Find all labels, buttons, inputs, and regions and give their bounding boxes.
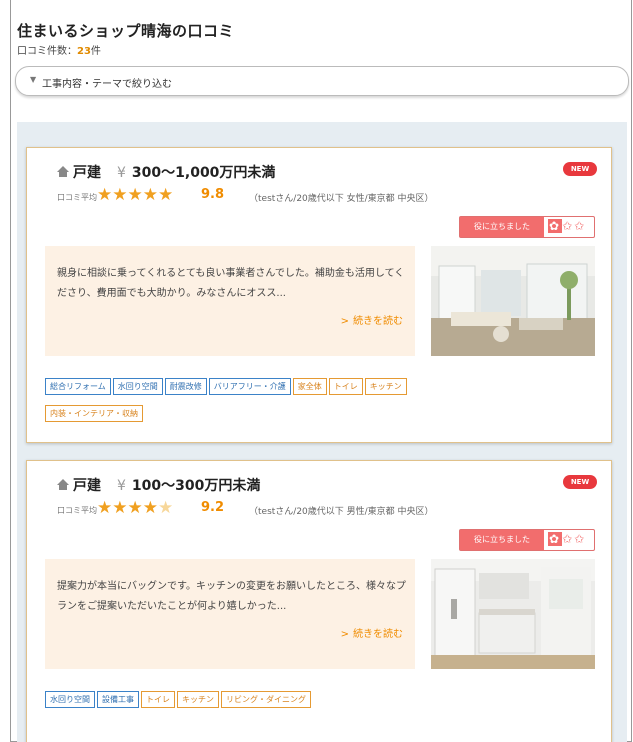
review-excerpt-box: 提案力が本当にバッグンです。キッチンの変更をお願いしたところ、様々なプランをご提… (45, 559, 415, 669)
star-full-icons: ★★★★ (97, 498, 158, 518)
rating-label: 口コミ平均 (57, 193, 97, 202)
review-card: 戸建 ¥100～300万円未満 NEW 口コミ平均 ★★★★★ 9.2 （tes… (26, 460, 612, 742)
property-type: 戸建 (73, 165, 101, 181)
chevron-right-icon: > (340, 316, 349, 327)
review-count-label: 口コミ件数： (17, 46, 77, 57)
house-icon (57, 166, 69, 178)
price-range: ¥100～300万円未満 (117, 475, 260, 495)
tag[interactable]: 耐震改修 (164, 378, 207, 395)
review-photo[interactable] (431, 559, 595, 669)
helpful-button[interactable]: 役に立ちました (460, 530, 544, 550)
review-card: 戸建 ¥300～1,000万円未満 NEW 口コミ平均 ★★★★★ 9.8 （t… (26, 147, 612, 443)
star-rating: ★★★★★ (97, 185, 173, 205)
tag[interactable]: 総合リフォーム (45, 378, 111, 395)
yen-icon: ¥ (117, 478, 126, 494)
review-count-number: 23 (77, 46, 91, 57)
rating-label: 口コミ平均 (57, 506, 97, 515)
price-range: ¥300～1,000万円未満 (117, 162, 275, 182)
tag[interactable]: バリアフリー・介護 (208, 378, 291, 395)
page-title: 住まいるショップ晴海の口コミ (17, 22, 235, 40)
tag[interactable]: リビング・ダイニング (221, 691, 311, 708)
review-count-unit: 件 (90, 46, 101, 57)
review-excerpt: 提案力が本当にバッグンです。キッチンの変更をお願いしたところ、様々なプランをご提… (57, 581, 406, 612)
helpful-stars[interactable]: ✿✩✩ (548, 532, 586, 546)
tag-list: 水回り空間 設備工事 トイレ キッチン リビング・ダイニング (45, 687, 595, 714)
new-badge: NEW (563, 162, 597, 176)
filter-label: 工事内容・テーマで絞り込む (42, 79, 172, 90)
triangle-down-icon: ▼ (30, 75, 37, 84)
helpful-stars[interactable]: ✿✩✩ (548, 219, 586, 233)
tag[interactable]: トイレ (328, 378, 363, 395)
read-more-label: 続きを読む (353, 629, 403, 640)
flower-icon: ✿ (548, 532, 563, 546)
tag[interactable]: 水回り空間 (45, 691, 95, 708)
read-more-link[interactable]: > 続きを読む (341, 312, 403, 327)
review-count: 口コミ件数：23件 (17, 42, 101, 57)
reviewer-info: （testさん/20歳代以下 女性/東京都 中央区） (249, 194, 434, 204)
star-rating: ★★★★★ (97, 498, 173, 518)
read-more-link[interactable]: > 続きを読む (341, 625, 403, 640)
flower-icon: ✿ (548, 219, 563, 233)
house-icon (57, 479, 69, 491)
tag[interactable]: 設備工事 (97, 691, 139, 708)
helpful-widget: 役に立ちました ✿✩✩ (459, 216, 595, 238)
price-value: 100～300万円未満 (131, 478, 261, 494)
reviewer-info: （testさん/20歳代以下 男性/東京都 中央区） (249, 507, 434, 517)
helpful-widget: 役に立ちました ✿✩✩ (459, 529, 595, 551)
chevron-right-icon: > (340, 629, 349, 640)
tag[interactable]: 家全体 (292, 378, 327, 395)
rating-score: 9.8 (201, 187, 225, 202)
filter-dropdown[interactable]: ▼ 工事内容・テーマで絞り込む (15, 66, 629, 96)
review-excerpt-box: 親身に相談に乗ってくれるとても良い事業者さんでした。補助金も活用してくださり、費… (45, 246, 415, 356)
star-full-icons: ★★★★★ (97, 185, 174, 205)
review-photo[interactable] (431, 246, 595, 356)
tag[interactable]: 水回り空間 (112, 378, 163, 395)
helpful-button[interactable]: 役に立ちました (460, 217, 544, 237)
review-excerpt: 親身に相談に乗ってくれるとても良い事業者さんでした。補助金も活用してくださり、費… (57, 268, 405, 299)
new-badge: NEW (563, 475, 597, 489)
price-value: 300～1,000万円未満 (131, 165, 276, 181)
tag[interactable]: キッチン (364, 378, 407, 395)
property-type: 戸建 (73, 478, 101, 494)
tag[interactable]: キッチン (177, 691, 219, 708)
tag-list: 総合リフォーム 水回り空間 耐震改修 バリアフリー・介護 家全体 トイレ キッチン内装・イン… (45, 374, 595, 428)
read-more-label: 続きを読む (353, 316, 403, 327)
tag[interactable]: トイレ (141, 691, 175, 708)
rating-score: 9.2 (201, 500, 225, 515)
star-half-icon: ★ (157, 498, 174, 518)
yen-icon: ¥ (117, 165, 126, 181)
tag[interactable]: 内装・インテリア・収納 (45, 405, 143, 422)
